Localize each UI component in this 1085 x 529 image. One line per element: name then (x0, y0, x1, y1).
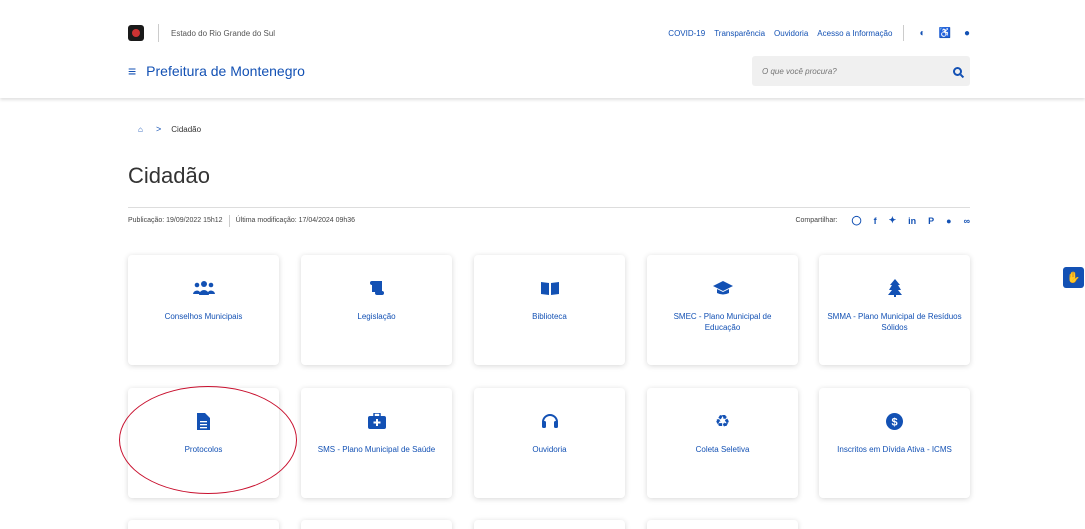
card-partial[interactable] (647, 520, 798, 529)
users-icon (192, 279, 215, 297)
link-transparencia[interactable]: Transparência (714, 29, 765, 38)
card-conselhos-municipais[interactable]: Conselhos Municipais (128, 255, 279, 365)
link-acesso-informacao[interactable]: Acesso a Informação (817, 29, 892, 38)
divider (158, 24, 159, 42)
tree-icon (887, 279, 902, 297)
search-box (752, 56, 970, 86)
state-name[interactable]: Estado do Rio Grande do Sul (171, 29, 275, 38)
share-label: Compartilhar: (795, 217, 838, 224)
modified-date: Última modificação: 17/04/2024 09h36 (235, 217, 356, 224)
card-label: Legislação (357, 312, 396, 321)
medical-kit-icon (367, 412, 386, 430)
card-coleta-seletiva[interactable]: ♻ Coleta Seletiva (647, 388, 798, 498)
link-ouvidoria[interactable]: Ouvidoria (774, 29, 808, 38)
telegram-icon[interactable]: ● (946, 216, 951, 226)
document-icon (197, 412, 210, 430)
card-smma-plano-residuos[interactable]: SMMA - Plano Municipal de Resíduos Sólid… (819, 255, 970, 365)
card-partial[interactable] (474, 520, 625, 529)
breadcrumb-current: Cidadão (171, 124, 202, 134)
svg-text:$: $ (891, 416, 897, 428)
contrast-icon[interactable]: ◐ (919, 28, 925, 39)
whatsapp-icon[interactable]: ◯ (852, 215, 862, 226)
card-partial[interactable] (301, 520, 452, 529)
twitter-icon[interactable]: ✦ (889, 215, 897, 226)
card-label: Protocolos (184, 445, 223, 454)
money-icon: $ (886, 412, 903, 430)
vlibras-sign-language-icon[interactable]: ✋ (1063, 267, 1084, 288)
accessibility-icon[interactable]: ♿ (939, 28, 951, 39)
site-title[interactable]: Prefeitura de Montenegro (146, 63, 305, 79)
card-partial[interactable] (128, 520, 279, 529)
divider (903, 25, 905, 41)
card-legislacao[interactable]: Legislação (301, 255, 452, 365)
card-smec-plano-educacao[interactable]: SMEC - Plano Municipal de Educação (647, 255, 798, 365)
site-header: Estado do Rio Grande do Sul COVID-19 Tra… (0, 0, 1085, 98)
graduation-cap-icon (712, 279, 733, 297)
card-sms-plano-saude[interactable]: SMS - Plano Municipal de Saúde (301, 388, 452, 498)
card-label: Coleta Seletiva (695, 445, 750, 454)
card-label: SMS - Plano Municipal de Saúde (317, 445, 436, 454)
page-meta: Publicação: 19/09/2022 15h12 Última modi… (128, 207, 970, 233)
share-bar: Compartilhar: ◯ f ✦ in P ● ∞ (795, 215, 970, 226)
top-links: COVID-19 Transparência Ouvidoria Acesso … (668, 25, 970, 41)
card-ouvidoria[interactable]: Ouvidoria (474, 388, 625, 498)
facebook-icon[interactable]: f (874, 216, 877, 226)
home-icon[interactable]: ⌂ (138, 125, 146, 134)
brand-bar: ≡ Prefeitura de Montenegro (128, 56, 970, 86)
book-icon (540, 279, 559, 297)
card-label: Ouvidoria (532, 445, 567, 454)
link-covid[interactable]: COVID-19 (668, 29, 705, 38)
page-title: Cidadão (128, 163, 210, 188)
state-coat-of-arms-logo[interactable] (128, 25, 144, 41)
breadcrumb: ⌂ > Cidadão (138, 124, 201, 134)
card-label: Biblioteca (532, 312, 567, 321)
card-divida-ativa-icms[interactable]: $ Inscritos em Dívida Ativa - ICMS (819, 388, 970, 498)
published-date: Publicação: 19/09/2022 15h12 (128, 217, 223, 224)
card-label: SMEC - Plano Municipal de Educação (673, 312, 772, 332)
card-label: SMMA - Plano Municipal de Resíduos Sólid… (827, 312, 962, 332)
hamburger-icon[interactable]: ≡ (128, 63, 136, 79)
card-label: Inscritos em Dívida Ativa - ICMS (837, 445, 952, 454)
headset-icon (541, 412, 559, 430)
card-label: Conselhos Municipais (164, 312, 243, 321)
breadcrumb-separator: > (156, 124, 162, 134)
recycle-icon: ♻ (714, 411, 731, 431)
scroll-icon (369, 279, 385, 297)
card-biblioteca[interactable]: Biblioteca (474, 255, 625, 365)
link-icon[interactable]: ∞ (964, 216, 970, 226)
divider (228, 214, 230, 227)
search-input[interactable] (762, 66, 953, 76)
pinterest-icon[interactable]: P (928, 216, 934, 226)
top-bar: Estado do Rio Grande do Sul COVID-19 Tra… (128, 22, 970, 44)
card-protocolos[interactable]: Protocolos (128, 388, 279, 498)
cookie-icon[interactable]: ● (964, 28, 970, 39)
search-icon[interactable] (953, 66, 962, 76)
linkedin-icon[interactable]: in (908, 216, 916, 226)
